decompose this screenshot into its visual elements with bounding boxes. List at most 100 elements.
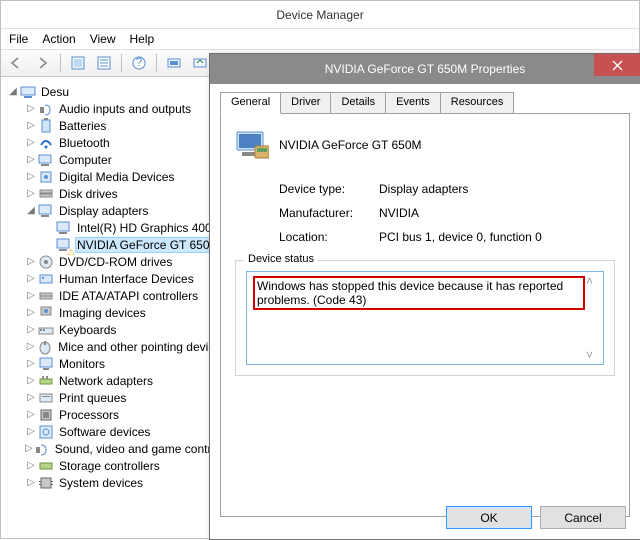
device-type-value: Display adapters [379, 182, 468, 196]
expand-icon[interactable]: ▷ [25, 137, 37, 148]
category-icon [38, 254, 54, 270]
back-button[interactable] [5, 52, 29, 74]
expand-icon[interactable]: ▷ [25, 375, 37, 386]
tab-details[interactable]: Details [330, 92, 386, 114]
show-hidden-button[interactable] [66, 52, 90, 74]
expand-icon[interactable]: ▷ [25, 341, 36, 352]
menu-help[interactable]: Help [130, 32, 155, 46]
category-icon [38, 186, 54, 202]
tab-resources[interactable]: Resources [440, 92, 515, 114]
tree-item[interactable]: Storage controllers [57, 458, 162, 474]
category-icon [38, 305, 54, 321]
device-status-label: Device status [244, 253, 318, 265]
tree-item[interactable]: Monitors [57, 356, 107, 372]
tab-general[interactable]: General [220, 92, 281, 114]
scrollbar[interactable]: ˄ ˅ [586, 274, 601, 362]
expand-icon[interactable]: ▷ [25, 460, 37, 471]
manufacturer-value: NVIDIA [379, 206, 419, 220]
tree-item[interactable]: Bluetooth [57, 135, 112, 151]
device-status-group: Device status Windows has stopped this d… [235, 260, 615, 376]
tree-item[interactable]: Audio inputs and outputs [57, 101, 193, 117]
computer-root-icon [20, 84, 36, 100]
cancel-button[interactable]: Cancel [540, 506, 626, 529]
tree-item[interactable]: Sound, video and game controllers [53, 441, 231, 457]
tree-item[interactable]: Mice and other pointing devices [56, 339, 229, 355]
menubar: File Action View Help [1, 29, 639, 49]
menu-action[interactable]: Action [42, 32, 75, 46]
category-icon [38, 373, 54, 389]
tree-item[interactable]: System devices [57, 475, 145, 491]
tab-driver[interactable]: Driver [280, 92, 331, 114]
device-status-textbox[interactable]: Windows has stopped this device because … [246, 271, 604, 365]
collapse-icon[interactable]: ◢ [7, 86, 19, 97]
tree-item[interactable]: Keyboards [57, 322, 118, 338]
menu-file[interactable]: File [9, 32, 28, 46]
ok-button[interactable]: OK [446, 506, 532, 529]
tree-item-intel-graphics[interactable]: Intel(R) HD Graphics 4000 [75, 220, 220, 236]
expand-icon[interactable]: ▷ [25, 103, 37, 114]
expand-icon[interactable]: ▷ [25, 273, 37, 284]
tree-item[interactable]: Computer [57, 152, 114, 168]
category-icon [38, 407, 54, 423]
toolbar-separator [60, 54, 61, 72]
tree-item-display-adapters[interactable]: Display adapters [57, 203, 150, 219]
tree-item[interactable]: Print queues [57, 390, 128, 406]
expand-icon[interactable]: ▷ [25, 409, 37, 420]
dialog-title: NVIDIA GeForce GT 650M Properties [325, 62, 526, 76]
dialog-titlebar[interactable]: NVIDIA GeForce GT 650M Properties [210, 54, 640, 84]
properties-dialog: NVIDIA GeForce GT 650M Properties Genera… [209, 53, 640, 540]
tree-root[interactable]: Desu [39, 84, 71, 100]
help-tb-button[interactable]: ? [127, 52, 151, 74]
collapse-icon[interactable]: ◢ [25, 205, 37, 216]
device-name: NVIDIA GeForce GT 650M [279, 138, 422, 152]
device-type-label: Device type: [279, 182, 379, 196]
expand-icon[interactable]: ▷ [25, 324, 37, 335]
category-icon [38, 322, 54, 338]
display-adapter-warning-icon [56, 237, 72, 253]
expand-icon[interactable]: ▷ [25, 392, 37, 403]
tree-item[interactable]: Digital Media Devices [57, 169, 176, 185]
expand-icon[interactable]: ▷ [25, 188, 37, 199]
expand-icon[interactable]: ▷ [25, 290, 37, 301]
tree-item[interactable]: Batteries [57, 118, 108, 134]
category-icon [38, 135, 54, 151]
menu-view[interactable]: View [90, 32, 116, 46]
display-adapter-icon [56, 220, 72, 236]
tree-item[interactable]: Network adapters [57, 373, 155, 389]
expand-icon[interactable]: ▷ [25, 307, 37, 318]
tab-panel-general: NVIDIA GeForce GT 650M Device type:Displ… [220, 113, 630, 517]
properties-tb-button[interactable] [92, 52, 116, 74]
expand-icon[interactable]: ▷ [25, 171, 37, 182]
expand-icon[interactable]: ▷ [25, 358, 37, 369]
expand-icon[interactable]: ▷ [25, 443, 33, 454]
expand-icon[interactable]: ▷ [25, 426, 37, 437]
window-title: Device Manager [276, 8, 363, 22]
manufacturer-label: Manufacturer: [279, 206, 379, 220]
category-icon [38, 118, 54, 134]
tree-item[interactable]: Human Interface Devices [57, 271, 196, 287]
category-icon [38, 288, 54, 304]
tree-item[interactable]: Disk drives [57, 186, 120, 202]
device-tree[interactable]: ◢ Desu ▷ Audio inputs and outputs ▷ Batteri… [1, 79, 231, 538]
window-titlebar: Device Manager [1, 1, 639, 29]
category-icon [38, 271, 54, 287]
tree-item[interactable]: IDE ATA/ATAPI controllers [57, 288, 200, 304]
tree-item[interactable]: Software devices [57, 424, 152, 440]
scan-button[interactable] [162, 52, 186, 74]
expand-icon[interactable]: ▷ [25, 120, 37, 131]
scroll-up-icon[interactable]: ˄ [586, 274, 601, 288]
expand-icon[interactable]: ▷ [25, 256, 37, 267]
tree-item[interactable]: Processors [57, 407, 121, 423]
expand-icon[interactable]: ▷ [25, 154, 37, 165]
category-icon [38, 458, 54, 474]
tab-events[interactable]: Events [385, 92, 441, 114]
tree-item-nvidia-selected[interactable]: NVIDIA GeForce GT 650M [75, 237, 222, 253]
scroll-down-icon[interactable]: ˅ [586, 348, 601, 362]
category-icon [38, 356, 54, 372]
tree-item[interactable]: Imaging devices [57, 305, 148, 321]
forward-button[interactable] [31, 52, 55, 74]
expand-icon[interactable]: ▷ [25, 477, 37, 488]
device-large-icon [235, 128, 269, 162]
close-button[interactable] [594, 54, 640, 76]
svg-text:?: ? [136, 56, 143, 69]
